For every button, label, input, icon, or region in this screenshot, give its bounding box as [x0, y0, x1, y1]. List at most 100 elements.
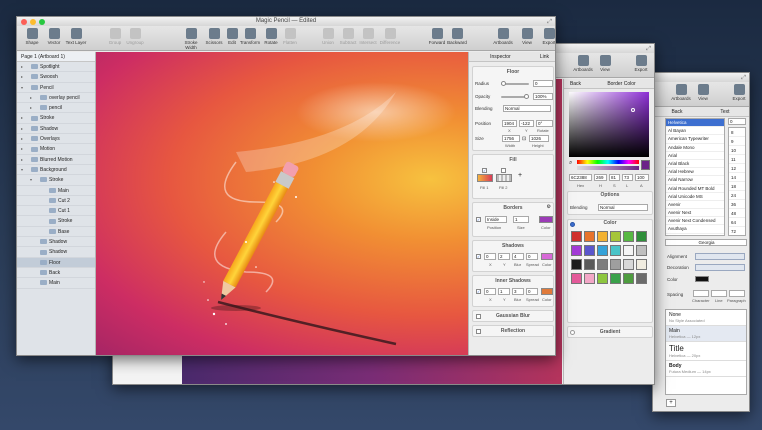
- ungroup-button[interactable]: Ungroup: [123, 28, 147, 45]
- line-spacing-field[interactable]: [711, 290, 727, 297]
- font-size-item[interactable]: 36: [729, 200, 745, 209]
- radius-slider[interactable]: [501, 81, 529, 86]
- palette-swatch[interactable]: [571, 245, 582, 256]
- layer-row[interactable]: ▸ Shadow: [17, 124, 95, 135]
- disclosure-triangle-icon[interactable]: ▸: [21, 113, 23, 123]
- disclosure-triangle-icon[interactable]: ▾: [21, 165, 23, 175]
- lightness-field[interactable]: 73: [622, 174, 633, 181]
- position-x-field[interactable]: 1904: [502, 120, 517, 127]
- hue-field[interactable]: 269: [594, 174, 607, 181]
- text-style-item[interactable]: Body Futura Medium — 14px: [666, 361, 746, 377]
- alpha-field[interactable]: 100: [635, 174, 649, 181]
- position-y-field[interactable]: -122: [519, 120, 534, 127]
- artboards-button[interactable]: Artboards: [571, 55, 595, 72]
- reflection-checkbox[interactable]: [476, 329, 481, 334]
- font-size-list[interactable]: 8 9 10 11 12 14 18 24 36 48 64 72: [728, 127, 746, 236]
- disclosure-triangle-icon[interactable]: ▸: [30, 103, 32, 113]
- hue-slider[interactable]: [577, 160, 639, 164]
- font-size-item[interactable]: 9: [729, 137, 745, 146]
- paragraph-spacing-field[interactable]: [729, 290, 745, 297]
- font-size-item[interactable]: 12: [729, 164, 745, 173]
- disclosure-triangle-icon[interactable]: ▸: [30, 93, 32, 103]
- disclosure-triangle-icon[interactable]: ▾: [21, 83, 23, 93]
- rotate-field[interactable]: 0°: [536, 120, 553, 127]
- layer-row[interactable]: Cut 2: [17, 196, 95, 207]
- fill-1-swatch[interactable]: [477, 174, 493, 182]
- palette-swatch[interactable]: [597, 259, 608, 270]
- font-size-item[interactable]: 8: [729, 128, 745, 137]
- border-checkbox[interactable]: ✓: [476, 217, 481, 222]
- export-button[interactable]: Export: [727, 84, 749, 101]
- font-size-item[interactable]: 24: [729, 191, 745, 200]
- tab-inspector[interactable]: Inspector: [469, 52, 532, 61]
- font-list[interactable]: Helvetica Al Bayan American Typewriter Anda…: [665, 118, 725, 236]
- text-style-item[interactable]: None No Style Associated: [666, 310, 746, 326]
- character-spacing-field[interactable]: [693, 290, 709, 297]
- font-list-item[interactable]: Avenir Next: [666, 209, 724, 218]
- border-size-field[interactable]: 1: [513, 216, 529, 223]
- export-button[interactable]: Export: [537, 28, 555, 45]
- font-list-item[interactable]: Arial: [666, 152, 724, 160]
- layer-row[interactable]: Floor: [17, 257, 95, 268]
- gradient-radio[interactable]: [570, 330, 575, 335]
- disclosure-triangle-icon[interactable]: ▸: [21, 62, 23, 72]
- palette-swatch[interactable]: [636, 245, 647, 256]
- palette-swatch[interactable]: [571, 259, 582, 270]
- saturation-field[interactable]: 81: [609, 174, 620, 181]
- disclosure-triangle-icon[interactable]: ▸: [21, 72, 23, 82]
- alpha-slider[interactable]: [577, 166, 639, 170]
- palette-swatch[interactable]: [597, 273, 608, 284]
- tab-link[interactable]: Link: [532, 52, 555, 61]
- inner-shadow-blur-field[interactable]: 3: [512, 288, 524, 295]
- flatten-button[interactable]: Flatten: [278, 28, 302, 45]
- font-size-item[interactable]: 14: [729, 173, 745, 182]
- add-fill-button[interactable]: +: [518, 172, 522, 179]
- stroke-width-button[interactable]: Stroke Width: [179, 28, 203, 50]
- color-radio[interactable]: [570, 222, 575, 227]
- alignment-buttons[interactable]: [695, 253, 745, 260]
- layer-row[interactable]: ▸ Overlays: [17, 134, 95, 145]
- layer-row[interactable]: ▸ Spotlight: [17, 62, 95, 73]
- inner-shadow-spread-field[interactable]: 0: [526, 288, 538, 295]
- layer-row[interactable]: ▾ Stroke: [17, 175, 95, 186]
- layer-row[interactable]: ▾ Background: [17, 165, 95, 176]
- difference-button[interactable]: Difference: [378, 28, 402, 45]
- palette-swatch[interactable]: [623, 231, 634, 242]
- layer-row[interactable]: Stroke: [17, 216, 95, 227]
- opacity-field[interactable]: 100%: [533, 93, 553, 100]
- palette-swatch[interactable]: [636, 231, 647, 242]
- palette-swatch[interactable]: [584, 245, 595, 256]
- layer-row[interactable]: ▸ overlay pencil: [17, 93, 95, 104]
- shadow-y-field[interactable]: 2: [498, 253, 510, 260]
- color-picker-cursor[interactable]: [631, 108, 635, 112]
- close-icon[interactable]: [21, 19, 27, 25]
- shadow-blur-field[interactable]: 4: [512, 253, 524, 260]
- inner-shadow-x-field[interactable]: 0: [484, 288, 496, 295]
- blending-select[interactable]: Normal: [598, 204, 648, 211]
- palette-swatch[interactable]: [597, 231, 608, 242]
- artboards-button[interactable]: Artboards: [491, 28, 515, 45]
- shadow-spread-field[interactable]: 0: [526, 253, 538, 260]
- color-palette[interactable]: [571, 231, 651, 287]
- view-button[interactable]: View: [593, 55, 617, 72]
- inner-shadow-checkbox[interactable]: ✓: [476, 289, 481, 294]
- shadow-checkbox[interactable]: ✓: [476, 254, 481, 259]
- palette-swatch[interactable]: [623, 245, 634, 256]
- layer-row[interactable]: ▸ Motion: [17, 144, 95, 155]
- font-size-item[interactable]: 18: [729, 182, 745, 191]
- shape-button[interactable]: Shape: [20, 28, 44, 45]
- palette-swatch[interactable]: [636, 259, 647, 270]
- layer-row[interactable]: ▸ pencil: [17, 103, 95, 114]
- add-border-icon[interactable]: ⚙: [547, 204, 551, 210]
- font-size-item[interactable]: 72: [729, 227, 745, 235]
- fill-2-checkbox[interactable]: [501, 168, 506, 173]
- lock-proportions-icon[interactable]: ⊡: [522, 136, 526, 142]
- font-size-field[interactable]: 0: [728, 118, 746, 125]
- font-family-select[interactable]: Georgia: [665, 239, 747, 246]
- disclosure-triangle-icon[interactable]: ▸: [21, 134, 23, 144]
- radius-field[interactable]: 0: [533, 80, 553, 87]
- font-list-item[interactable]: Arial Hebrew: [666, 168, 724, 177]
- font-size-item[interactable]: 11: [729, 155, 745, 164]
- text-color-swatch[interactable]: [695, 276, 709, 282]
- view-button[interactable]: View: [691, 84, 715, 101]
